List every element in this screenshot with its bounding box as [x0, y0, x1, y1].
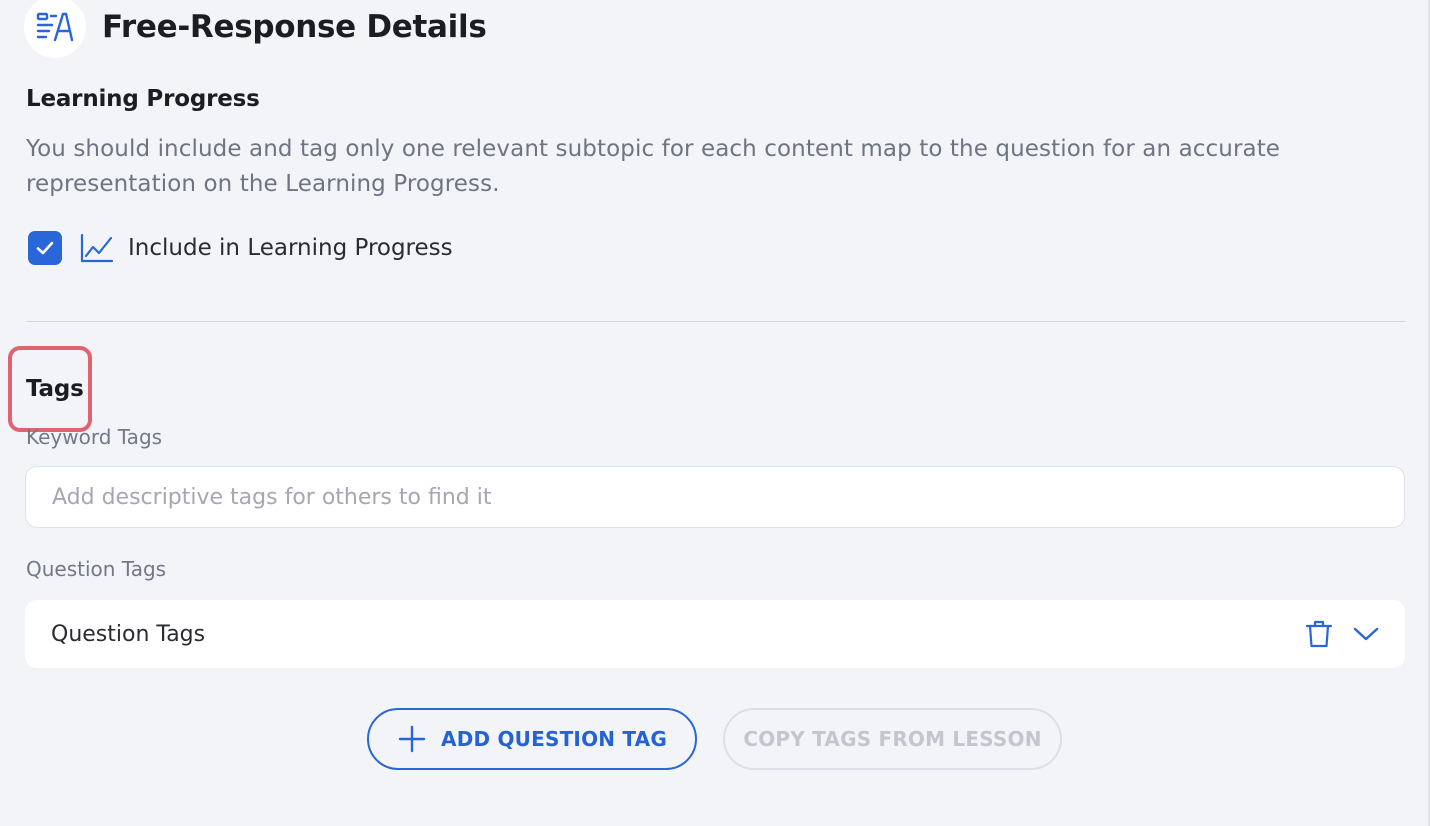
include-learning-progress-label: Include in Learning Progress	[128, 235, 453, 261]
plus-icon	[397, 724, 427, 754]
trash-icon[interactable]	[1305, 619, 1333, 649]
question-tags-actions	[1305, 619, 1379, 649]
add-question-tag-label: ADD QUESTION TAG	[441, 727, 667, 751]
free-response-icon	[24, 0, 86, 58]
question-tags-label: Question Tags	[26, 557, 167, 581]
panel-header: Free-Response Details	[24, 0, 487, 58]
chevron-down-icon[interactable]	[1353, 626, 1379, 642]
include-learning-progress-checkbox[interactable]	[28, 231, 62, 265]
page-title: Free-Response Details	[102, 9, 487, 45]
add-question-tag-button[interactable]: ADD QUESTION TAG	[367, 708, 697, 770]
learning-progress-heading: Learning Progress	[26, 86, 260, 112]
question-tags-select[interactable]: Question Tags	[25, 600, 1405, 668]
free-response-details-panel: Free-Response Details Learning Progress …	[0, 0, 1430, 826]
section-divider	[26, 321, 1406, 322]
keyword-tags-input[interactable]	[25, 466, 1405, 528]
copy-tags-from-lesson-button[interactable]: COPY TAGS FROM LESSON	[723, 708, 1062, 770]
learning-progress-description: You should include and tag only one rele…	[26, 136, 1281, 197]
include-learning-progress-row[interactable]: Include in Learning Progress	[28, 230, 453, 266]
tags-heading-highlight	[8, 346, 92, 432]
line-chart-icon	[80, 231, 114, 265]
question-tags-selected-value: Question Tags	[51, 621, 206, 647]
checkmark-icon	[36, 241, 54, 255]
keyword-tags-label: Keyword Tags	[26, 425, 163, 449]
